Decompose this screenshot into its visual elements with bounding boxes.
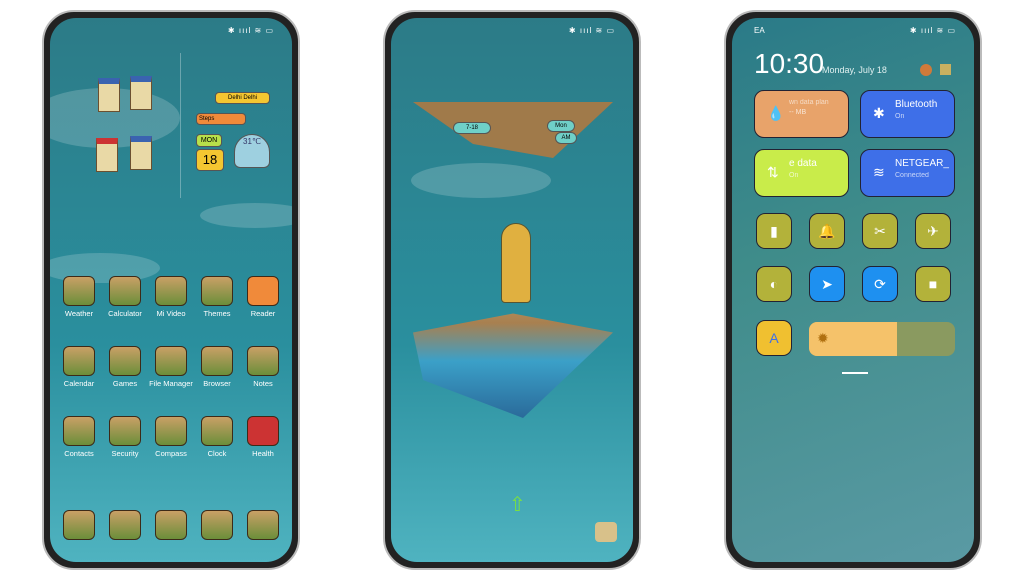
edit-icon[interactable] [940, 64, 951, 75]
app-games[interactable]: Games [102, 346, 148, 388]
dock-phone[interactable] [56, 510, 102, 543]
screenshot-toggle[interactable]: ✂ [862, 213, 898, 249]
phone-control-center: EA ✱ ıııl ≋ ▭ 10:30 Monday, July 18 💧 wn … [724, 10, 982, 570]
sun-icon: ✹ [809, 322, 897, 356]
app-weather[interactable]: Weather [56, 276, 102, 318]
font-size-button[interactable]: A [756, 320, 792, 356]
floating-island [413, 102, 613, 158]
dock [56, 510, 286, 543]
camera-shortcut-icon[interactable] [595, 522, 617, 542]
app-notes[interactable]: Notes [240, 346, 286, 388]
building-icon [130, 76, 152, 110]
steps-widget[interactable]: Steps [196, 113, 246, 125]
dock-camera[interactable] [240, 510, 286, 543]
dock-gallery[interactable] [148, 510, 194, 543]
lock-ampm: AM [555, 132, 577, 144]
app-calendar[interactable]: Calendar [56, 346, 102, 388]
day-widget: MON [196, 134, 222, 147]
app-themes[interactable]: Themes [194, 276, 240, 318]
app-health[interactable]: Health [240, 416, 286, 458]
date: Monday, July 18 [822, 65, 887, 75]
app-calculator[interactable]: Calculator [102, 276, 148, 318]
status-bar: ✱ ıııl ≋ ▭ [568, 26, 615, 35]
lock-date: 7-18 [453, 122, 491, 134]
app-security[interactable]: Security [102, 416, 148, 458]
unlock-arrow-icon[interactable]: ⇧ [509, 492, 526, 517]
app-mi-video[interactable]: Mi Video [148, 276, 194, 318]
dock-scene[interactable] [194, 510, 240, 543]
notifications-toggle[interactable]: 🔔 [809, 213, 845, 249]
settings-icon[interactable] [920, 64, 932, 76]
tile-data-plan[interactable]: 💧 wn data plan -- MB [754, 90, 849, 138]
building-icon [130, 136, 152, 170]
status-bar: ✱ ıııl ≋ ▭ [909, 26, 956, 35]
airplane-mode-toggle[interactable]: ✈ [915, 213, 951, 249]
auto-rotate-toggle[interactable]: ⟳ [862, 266, 898, 302]
weather-widget[interactable]: 31℃ [234, 134, 270, 168]
brightness-slider[interactable]: ✹ [809, 322, 955, 356]
status-bar: ✱ ıııl ≋ ▭ [227, 26, 274, 35]
location-widget[interactable]: Delhi Delhi [215, 92, 270, 104]
building-icon [96, 138, 118, 172]
dock-messages[interactable] [102, 510, 148, 543]
carrier-label: EA [754, 26, 765, 35]
app-contacts[interactable]: Contacts [56, 416, 102, 458]
app-compass[interactable]: Compass [148, 416, 194, 458]
video-recorder-toggle[interactable]: ■ [915, 266, 951, 302]
dark-mode-toggle[interactable]: ◐ [756, 266, 792, 302]
phone-lock-screen: ✱ ıııl ≋ ▭ 7-18 Mon AM ⇧ [383, 10, 641, 570]
date-widget: 18 [196, 149, 224, 171]
location-toggle[interactable]: ➤ [809, 266, 845, 302]
app-reader[interactable]: Reader [240, 276, 286, 318]
clock: 10:30 [754, 48, 825, 79]
app-clock[interactable]: Clock [194, 416, 240, 458]
flashlight-toggle[interactable]: ▮ [756, 213, 792, 249]
app-browser[interactable]: Browser [194, 346, 240, 388]
handle-bar[interactable] [842, 372, 868, 374]
app-file-manager[interactable]: File Manager [148, 346, 194, 388]
rocket-building [501, 223, 531, 303]
tile-bluetooth[interactable]: ✱ Bluetooth On [860, 90, 955, 138]
building-icon [98, 78, 120, 112]
phone-home-screen: ✱ ıııl ≋ ▭ Delhi Delhi Steps MON 18 31℃ … [42, 10, 300, 570]
tile-mobile-data[interactable]: ⇅ e data On [754, 149, 849, 197]
tile-wifi[interactable]: ≋ NETGEAR_ Connected [860, 149, 955, 197]
lock-day: Mon [547, 120, 575, 132]
